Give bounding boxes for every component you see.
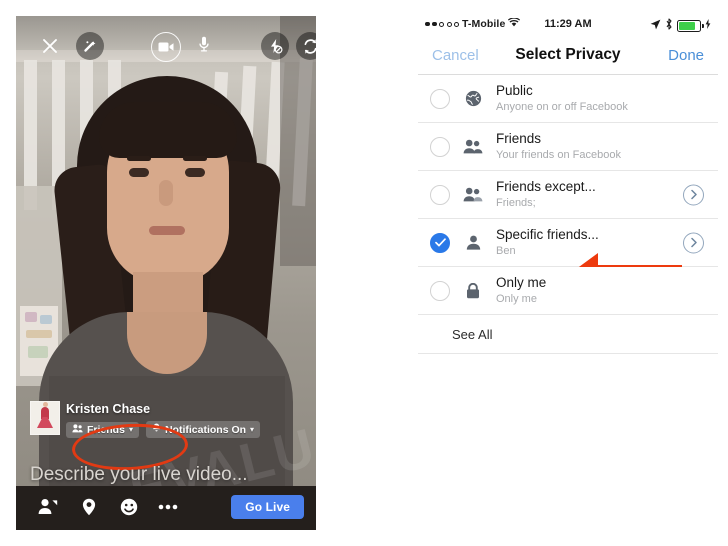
close-icon[interactable] [42,38,58,54]
privacy-option-specific-friends[interactable]: Specific friends... Ben [418,219,718,297]
globe-icon [462,90,484,107]
friends-icon [72,423,83,436]
privacy-option-friends[interactable]: Friends Your friends on Facebook [418,123,718,171]
chevron-down-icon: ▾ [250,425,255,434]
video-camera-icon[interactable] [151,32,181,62]
privacy-options-list: Public Anyone on or off Facebook Friends… [418,75,718,524]
privacy-option-friends-except[interactable]: Friends except... Friends; [418,171,718,219]
status-bar: T-Mobile 11:29 AM [418,14,718,36]
flash-off-icon[interactable] [261,32,289,60]
radio-button[interactable] [430,184,450,205]
facebook-live-composer-screen: EVALUATED Kristen Chase Friends ▾ Notifi… [16,16,316,530]
friends-icon [462,139,484,154]
chevron-right-icon[interactable] [683,232,704,253]
radio-button[interactable] [430,136,450,157]
nav-bar: Cancel Select Privacy Done [418,36,718,75]
microphone-icon[interactable] [198,36,210,53]
location-arrow-icon [650,19,661,33]
see-all-button[interactable]: See All [418,315,718,354]
person-icon [462,235,484,250]
radio-button[interactable] [430,88,450,109]
emoji-icon[interactable] [120,498,138,516]
live-bottom-toolbar: Go Live [16,486,316,530]
friends-except-icon [462,187,484,202]
tag-people-icon[interactable] [38,498,58,515]
bluetooth-icon [665,18,673,33]
option-title: Friends except... [496,179,596,194]
option-title: Specific friends... [496,227,599,242]
option-subtitle: Only me [496,293,537,305]
select-privacy-screen: T-Mobile 11:29 AM Cancel Select Privacy … [418,14,718,530]
user-name: Kristen Chase [66,402,151,416]
option-subtitle: Anyone on or off Facebook [496,101,628,113]
magic-wand-icon[interactable] [76,32,104,60]
empty-list-area [418,354,718,524]
done-button[interactable]: Done [668,47,704,64]
option-title: Only me [496,275,547,290]
option-title: Public [496,83,533,98]
option-subtitle: Your friends on Facebook [496,149,621,161]
charging-bolt-icon [705,19,711,32]
more-options-icon[interactable] [158,504,178,510]
radio-button-selected[interactable] [430,232,450,253]
option-title: Friends [496,131,542,146]
option-subtitle: Friends; [496,197,536,209]
privacy-option-only-me[interactable]: Only me Only me [418,267,718,315]
privacy-option-public[interactable]: Public Anyone on or off Facebook [418,75,718,123]
battery-charging-icon [677,19,704,32]
go-live-button[interactable]: Go Live [231,495,304,519]
location-pin-icon[interactable] [82,498,96,516]
lock-icon [462,282,484,299]
screenshot-stage: EVALUATED Kristen Chase Friends ▾ Notifi… [0,0,728,546]
radio-button[interactable] [430,280,450,301]
description-placeholder[interactable]: Describe your live video... [30,464,306,486]
camera-flip-icon[interactable] [296,32,316,60]
chevron-right-icon[interactable] [683,184,704,205]
avatar [30,401,60,435]
